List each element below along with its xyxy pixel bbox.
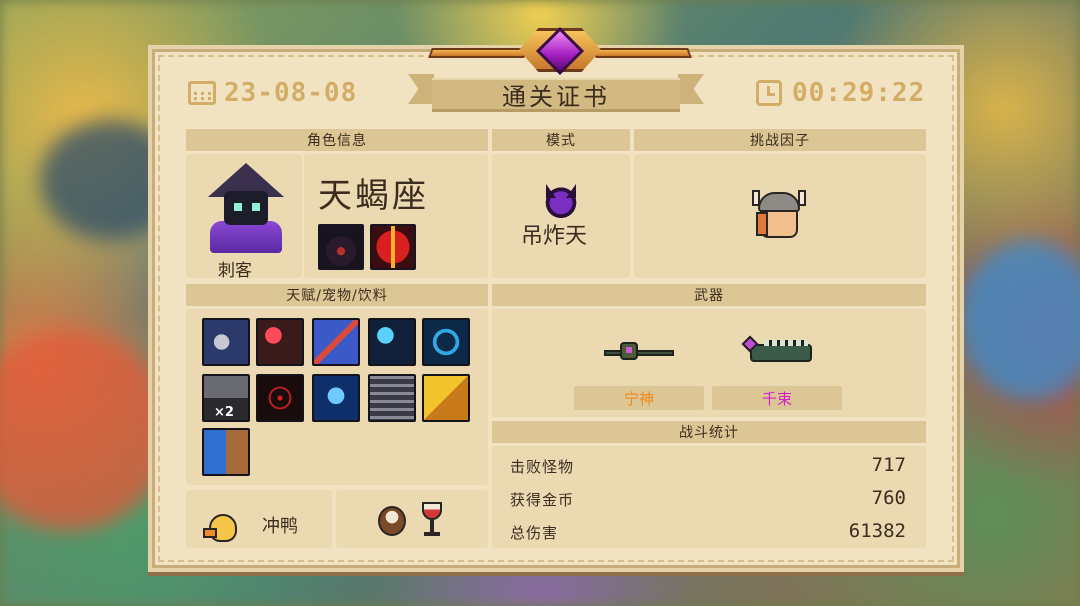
weapon-2-name: 千束 [712,386,842,410]
wine-cup [422,502,442,520]
red-orb-boar-talent-icon [256,318,304,366]
clock-icon [756,80,782,106]
weapon-barrel [604,350,674,356]
character-info-header: 角色信息 [186,129,488,151]
demon-skull-icon [544,184,578,218]
knight-helmet-x2-talent-icon: ×2 [202,374,250,422]
weapons-header: 武器 [492,284,926,306]
wine-base [424,532,440,536]
weapon-gem [626,347,632,353]
stat-label-gold: 获得金币 [510,491,575,509]
drinks-box [336,490,488,548]
stat-value-damage: 61382 [848,520,906,542]
ornament-left-bar [428,48,528,58]
character-skin-name: 天蝎座 [318,176,429,216]
hourglass-talent-icon [422,318,470,366]
avatar-eye [234,203,242,211]
weapon-body [750,344,812,362]
weapon-1-name: 宁神 [574,386,704,410]
talents-header: 天赋/宠物/饮料 [186,284,488,306]
date-text: 23-08-08 [224,78,358,108]
stat-value-kills: 717 [871,454,906,476]
stat-label-damage: 总伤害 [510,524,559,542]
weapons-box [492,309,926,417]
clear-date: 23-08-08 [188,78,357,108]
stat-label-kills: 击败怪物 [510,458,575,476]
dual-knight-talent-icon [312,318,360,366]
stat-value-gold: 760 [871,487,906,509]
pet-name: 冲鸭 [262,516,298,537]
challenge-factor-header: 挑战因子 [634,129,926,151]
mode-header: 模式 [492,129,630,151]
avatar-eye [252,203,260,211]
blue-mind-talent-icon [312,374,360,422]
wine-glass-drink-icon [422,502,442,538]
ornament-right-bar [592,48,692,58]
viking-hair [756,212,768,236]
time-text: 00:29:22 [792,78,926,108]
crocodile-gun-weapon-icon [741,335,812,368]
pet-box [186,490,332,548]
avatar-face [224,191,268,225]
certificate-title: 通关证书 [432,78,680,112]
wine-stem [430,520,434,532]
mode-name: 吊炸天 [521,224,588,249]
red-blade-skill-icon [370,224,416,270]
duck-pet-icon [203,514,237,542]
weapon-teeth [764,340,808,346]
calendar-icon [188,81,216,105]
hooded-shadow-skill-icon [318,224,364,270]
viking-girl-icon [752,190,806,242]
x2-badge: ×2 [214,405,234,420]
gem-ornament [428,22,692,76]
coconut-drink-icon [378,506,406,536]
staff-weapon-icon [604,342,674,362]
blue-shield-talent-icon [202,428,250,476]
crosshair-talent-icon [256,374,304,422]
assassin-avatar-icon [202,163,292,253]
clear-time: 00:29:22 [756,78,925,108]
viking-helmet [758,192,800,212]
battle-stats-header: 战斗统计 [492,421,926,443]
blue-orb-boar-talent-icon [368,318,416,366]
golden-shield-talent-icon [422,374,470,422]
avatar-body [210,221,282,253]
character-class: 刺客 [218,261,252,281]
clipboard-talent-icon [368,374,416,422]
axe-shield-talent-icon [202,318,250,366]
